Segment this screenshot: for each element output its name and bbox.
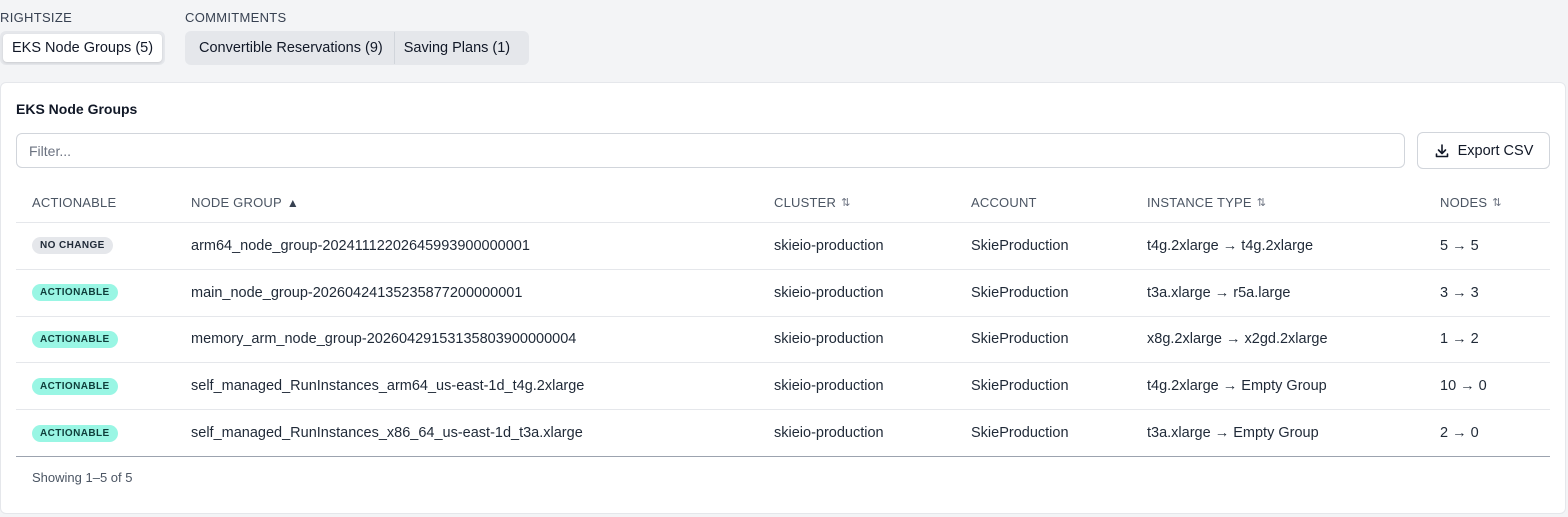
account-cell: SkieProduction xyxy=(971,237,1069,254)
header-cluster[interactable]: CLUSTER ⇅ xyxy=(774,183,851,222)
table-row[interactable]: NO CHANGE arm64_node_group-2024111220264… xyxy=(16,223,1550,270)
status-badge: ACTIONABLE xyxy=(32,377,118,395)
tab-convertible-reservations[interactable]: Convertible Reservations (9) xyxy=(188,34,394,62)
nodes-cell: 10 → 0 xyxy=(1440,378,1487,395)
node-group-cell: main_node_group-202604241352358772000000… xyxy=(191,284,523,301)
rightsize-tab-group: EKS Node Groups (5) xyxy=(0,31,165,65)
header-account: ACCOUNT xyxy=(971,195,1037,210)
node-group-cell: self_managed_RunInstances_arm64_us-east-… xyxy=(191,378,585,395)
node-group-cell: memory_arm_node_group-202604291531358039… xyxy=(191,331,577,348)
account-cell: SkieProduction xyxy=(971,378,1069,395)
sort-icon: ⇅ xyxy=(841,197,851,209)
nodes-cell: 1 → 2 xyxy=(1440,331,1479,348)
instance-type-cell: t4g.2xlarge → t4g.2xlarge xyxy=(1147,237,1314,254)
card-title: EKS Node Groups xyxy=(16,101,138,117)
tab-saving-plans[interactable]: Saving Plans (1) xyxy=(395,34,519,62)
sort-ascending-icon: ▲ xyxy=(286,195,299,210)
nodes-cell: 5 → 5 xyxy=(1440,237,1479,254)
cluster-cell: skieio-production xyxy=(774,425,884,442)
status-badge: ACTIONABLE xyxy=(32,424,118,442)
nodes-cell: 2 → 0 xyxy=(1440,425,1479,442)
eks-node-groups-card: EKS Node Groups Export CSV ACTIONABLE NO… xyxy=(0,82,1566,514)
export-csv-label: Export CSV xyxy=(1457,142,1534,159)
tab-eks-node-groups[interactable]: EKS Node Groups (5) xyxy=(3,34,163,62)
cluster-cell: skieio-production xyxy=(774,284,884,301)
account-cell: SkieProduction xyxy=(971,331,1069,348)
commitments-label: COMMITMENTS xyxy=(185,10,287,25)
filter-input[interactable] xyxy=(16,133,1405,168)
header-actionable: ACTIONABLE xyxy=(32,195,117,210)
status-badge: ACTIONABLE xyxy=(32,330,118,348)
table-row[interactable]: ACTIONABLE main_node_group-2026042413523… xyxy=(16,270,1550,317)
commitments-tab-group: Convertible Reservations (9) Saving Plan… xyxy=(185,31,529,65)
cluster-cell: skieio-production xyxy=(774,331,884,348)
node-groups-table: ACTIONABLE NODE GROUP ▲ CLUSTER ⇅ ACCOUNT … xyxy=(16,183,1550,457)
pagination-summary: Showing 1–5 of 5 xyxy=(32,470,133,485)
status-badge: ACTIONABLE xyxy=(32,284,118,302)
node-group-cell: self_managed_RunInstances_x86_64_us-east… xyxy=(191,425,583,442)
instance-type-cell: t3a.xlarge → Empty Group xyxy=(1147,425,1319,442)
account-cell: SkieProduction xyxy=(971,284,1069,301)
cluster-cell: skieio-production xyxy=(774,237,884,254)
header-node-group[interactable]: NODE GROUP ▲ xyxy=(191,183,299,222)
table-row[interactable]: ACTIONABLE self_managed_RunInstances_arm… xyxy=(16,363,1550,411)
account-cell: SkieProduction xyxy=(971,425,1069,442)
table-row[interactable]: ACTIONABLE memory_arm_node_group-2026042… xyxy=(16,317,1550,364)
status-badge: NO CHANGE xyxy=(32,237,113,255)
cluster-cell: skieio-production xyxy=(774,378,884,395)
rightsize-label: RIGHTSIZE xyxy=(0,10,73,25)
instance-type-cell: t4g.2xlarge → Empty Group xyxy=(1147,378,1327,395)
nodes-cell: 3 → 3 xyxy=(1440,284,1479,301)
download-icon xyxy=(1435,143,1448,157)
sort-icon: ⇅ xyxy=(1256,197,1267,209)
table-row[interactable]: ACTIONABLE self_managed_RunInstances_x86… xyxy=(16,410,1550,457)
table-header-row: ACTIONABLE NODE GROUP ▲ CLUSTER ⇅ ACCOUNT … xyxy=(16,183,1550,223)
sort-icon: ⇅ xyxy=(1492,197,1502,209)
header-instance-type[interactable]: INSTANCE TYPE ⇅ xyxy=(1147,183,1266,222)
instance-type-cell: t3a.xlarge → r5a.large xyxy=(1147,284,1291,301)
export-csv-button[interactable]: Export CSV xyxy=(1417,132,1550,169)
instance-type-cell: x8g.2xlarge → x2gd.2xlarge xyxy=(1147,331,1328,348)
node-group-cell: arm64_node_group-20241112202645993900000… xyxy=(191,237,530,254)
header-nodes[interactable]: NODES ⇅ xyxy=(1440,183,1502,222)
